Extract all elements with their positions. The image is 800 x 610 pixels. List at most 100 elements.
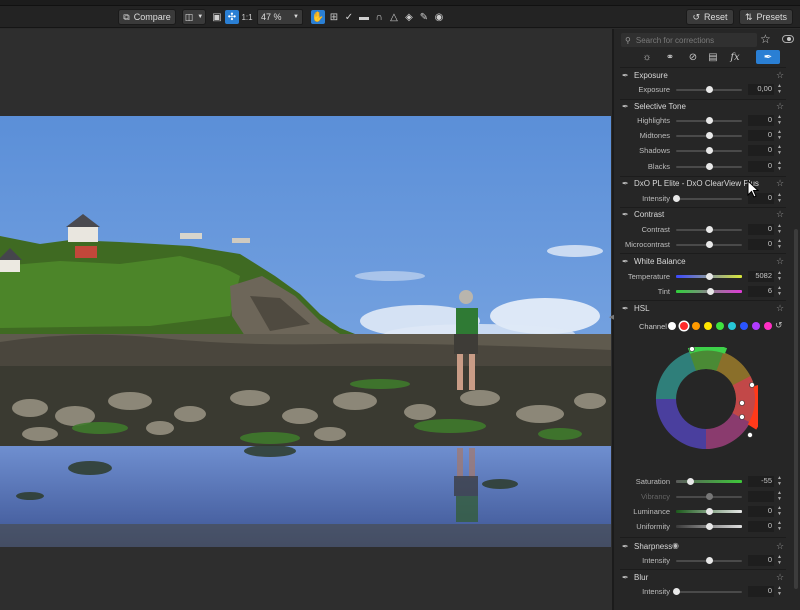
section-exposure[interactable]: ✒ Exposure ☆ (614, 70, 786, 83)
value-field[interactable]: 0 (748, 506, 774, 517)
compare-button[interactable]: ⧉ Compare (118, 9, 176, 25)
section-selective-tone[interactable]: ✒ Selective Tone ☆ (614, 101, 786, 114)
stepper-arrows-icon[interactable]: ▲ ▼ (777, 490, 782, 502)
effects-tab-icon[interactable]: fx (726, 50, 744, 64)
section-hsl[interactable]: ✒ HSL ☆ (614, 303, 786, 316)
slider-knob[interactable] (705, 557, 713, 564)
channel-dot[interactable] (704, 322, 712, 330)
slider-row[interactable]: Exposure 0,00 ▲ ▼ (614, 83, 800, 96)
crop-icon[interactable]: ⊞ (327, 10, 341, 24)
value-field[interactable]: 5082 (748, 271, 774, 282)
slider-row-uniformity[interactable]: Uniformity 0 ▲ ▼ (614, 520, 800, 533)
horizon-icon[interactable]: △ (387, 10, 401, 24)
value-field[interactable]: 0 (748, 130, 774, 141)
value-field[interactable]: 0 (748, 145, 774, 156)
presets-button[interactable]: ⇅ Presets (739, 9, 793, 25)
stepper-arrows-icon[interactable]: ▲ ▼ (777, 554, 782, 566)
slider-row[interactable]: Blacks 0 ▲ ▼ (614, 160, 800, 173)
slider-row[interactable]: Intensity 0 ▲ ▼ (614, 585, 800, 598)
slider-knob[interactable] (706, 288, 714, 295)
zoom-select[interactable]: 47 % ▼ (257, 9, 303, 25)
slider-track[interactable] (676, 480, 742, 483)
stepper-arrows-icon[interactable]: ▲ ▼ (777, 285, 782, 297)
stepper-arrows-icon[interactable]: ▲ ▼ (777, 144, 782, 156)
channel-dot[interactable] (728, 322, 736, 330)
slider-knob[interactable] (705, 273, 713, 280)
stepper-arrows-icon[interactable]: ▲ ▼ (777, 160, 782, 172)
slider-knob[interactable] (705, 147, 713, 154)
value-field[interactable]: 0 (748, 115, 774, 126)
search-field[interactable]: ⚲ Search for corrections (621, 33, 757, 47)
stepper-arrows-icon[interactable]: ▲ ▼ (777, 114, 782, 126)
value-field[interactable]: 0,00 (748, 84, 774, 95)
stepper-arrows-icon[interactable]: ▲ ▼ (777, 505, 782, 517)
slider-knob[interactable] (672, 588, 680, 595)
channel-dot[interactable] (716, 322, 724, 330)
slider-knob[interactable] (705, 132, 713, 139)
channel-dot[interactable] (752, 322, 760, 330)
channel-dot[interactable] (668, 322, 676, 330)
red-eye-icon[interactable]: ▬ (357, 10, 371, 24)
slider-row[interactable]: Microcontrast 0 ▲ ▼ (614, 238, 800, 251)
stepper-arrows-icon[interactable]: ▲ ▼ (777, 83, 782, 95)
star-icon[interactable]: ☆ (776, 101, 784, 112)
reset-button[interactable]: ↺ Reset (686, 9, 734, 25)
value-field[interactable]: 0 (748, 161, 774, 172)
panel-scrollbar[interactable] (794, 229, 798, 589)
slider-knob[interactable] (705, 117, 713, 124)
value-field[interactable] (748, 491, 774, 502)
preview-eye-icon[interactable]: ◉ (432, 10, 446, 24)
value-field[interactable]: -55 (748, 476, 774, 487)
stepper-arrows-icon[interactable]: ▲ ▼ (777, 129, 782, 141)
value-field[interactable]: 0 (748, 555, 774, 566)
fit-screen-icon[interactable]: ▣ (210, 10, 224, 24)
stepper-arrows-icon[interactable]: ▲ ▼ (777, 270, 782, 282)
slider-row[interactable]: Contrast 0 ▲ ▼ (614, 223, 800, 236)
section-white-balance[interactable]: ✒ White Balance ☆ (614, 256, 786, 269)
value-field[interactable]: 6 (748, 286, 774, 297)
stepper-arrows-icon[interactable]: ▲ ▼ (777, 475, 782, 487)
stepper-arrows-icon[interactable]: ▲ ▼ (777, 238, 782, 250)
search-input[interactable]: Search for corrections (636, 36, 714, 45)
slider-knob[interactable] (705, 163, 713, 170)
channel-dot[interactable] (692, 322, 700, 330)
slider-row-luminance[interactable]: Luminance 0 ▲ ▼ (614, 505, 800, 518)
slider-knob[interactable] (672, 195, 680, 202)
slider-track[interactable] (676, 591, 742, 593)
channel-dot[interactable] (764, 322, 772, 330)
channel-dot[interactable] (680, 322, 688, 330)
value-field[interactable]: 0 (748, 586, 774, 597)
local-adjustments-icon[interactable]: ✎ (417, 10, 431, 24)
star-icon[interactable]: ☆ (776, 256, 784, 267)
star-icon[interactable]: ☆ (776, 572, 784, 583)
hsl-color-wheel[interactable] (654, 347, 758, 451)
slider-row[interactable]: Shadows 0 ▲ ▼ (614, 144, 800, 157)
stepper-arrows-icon[interactable]: ▲ ▼ (777, 223, 782, 235)
favorites-star-icon[interactable]: ☆ (760, 32, 771, 46)
slider-row-temperature[interactable]: Temperature 5082 ▲ ▼ (614, 270, 800, 283)
slider-knob[interactable] (705, 508, 713, 515)
local-tab-icon[interactable]: ✒ (756, 50, 780, 64)
section-contrast[interactable]: ✒ Contrast ☆ (614, 209, 786, 222)
stepper-arrows-icon[interactable]: ▲ ▼ (777, 585, 782, 597)
stepper-arrows-icon[interactable]: ▲ ▼ (777, 520, 782, 532)
star-icon[interactable]: ☆ (776, 209, 784, 220)
perspective-icon[interactable]: ∩ (372, 10, 386, 24)
hand-tool-icon[interactable]: ✋ (311, 10, 325, 24)
value-field[interactable]: 0 (748, 521, 774, 532)
move-tool-icon[interactable]: ✣ (225, 10, 239, 24)
star-icon[interactable]: ☆ (776, 303, 784, 314)
slider-row[interactable]: Intensity 0 ▲ ▼ (614, 192, 800, 205)
slider-knob[interactable] (687, 478, 695, 485)
slider-row[interactable]: Intensity 0 ▲ ▼ (614, 554, 800, 567)
star-icon[interactable]: ☆ (776, 178, 784, 189)
star-icon[interactable]: ☆ (776, 70, 784, 81)
geometry-tab-icon[interactable]: ▤ (704, 50, 722, 64)
split-view-button[interactable]: ◫ ▼ (182, 9, 206, 25)
light-tab-icon[interactable]: ☼ (638, 50, 656, 64)
slider-track[interactable] (676, 198, 742, 200)
value-field[interactable]: 0 (748, 224, 774, 235)
slider-knob[interactable] (705, 523, 713, 530)
channel-dot[interactable] (740, 322, 748, 330)
section-sharpness[interactable]: ✒ Sharpness ◉ ☆ (614, 541, 786, 554)
